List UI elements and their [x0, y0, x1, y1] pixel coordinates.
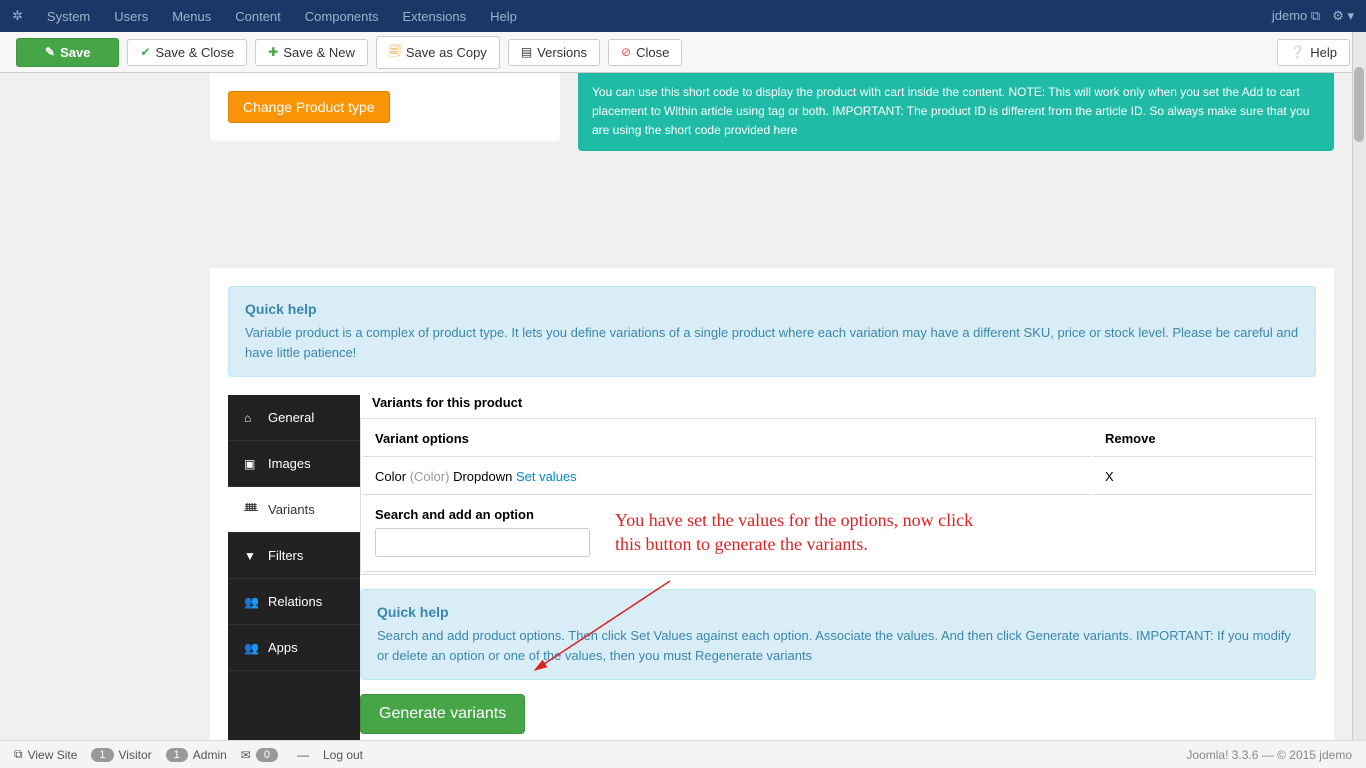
top-nav: ✲ System Users Menus Content Components …	[0, 0, 1366, 32]
tab-filters[interactable]: ▼Filters	[228, 533, 360, 579]
col-variant-options: Variant options	[363, 421, 1091, 457]
generate-variants-button[interactable]: Generate variants	[360, 694, 525, 734]
home-icon: ⌂	[244, 411, 258, 425]
visitor-count[interactable]: 1Visitor	[91, 748, 151, 762]
tab-apps[interactable]: 👥Apps	[228, 625, 360, 671]
quick-help-title: Quick help	[245, 301, 1299, 317]
nav-users[interactable]: Users	[102, 9, 160, 24]
mail-icon: ✉	[241, 748, 251, 762]
option-slug: (Color)	[410, 469, 450, 484]
help-button[interactable]: ❔Help	[1277, 39, 1350, 66]
options-table: Variant options Remove Color (Color) Dro…	[360, 418, 1316, 575]
statusbar: ⧉View Site 1Visitor 1Admin ✉0 — Log out …	[0, 740, 1366, 768]
col-remove: Remove	[1093, 421, 1313, 457]
logout-link[interactable]: Log out	[323, 748, 363, 762]
quick-help-bottom: Quick help Search and add product option…	[360, 589, 1316, 680]
main-area: Change Product type You can use this sho…	[0, 73, 1352, 740]
save-new-button[interactable]: ✚Save & New	[255, 39, 368, 66]
check-icon: ✎	[45, 45, 55, 59]
view-site-link[interactable]: ⧉View Site	[14, 747, 77, 762]
nav-user[interactable]: jdemo ⧉	[1272, 8, 1320, 24]
versions-button[interactable]: ▤Versions	[508, 39, 600, 66]
side-tabs: ⌂General ▣Images ᚙVariants ▼Filters 👥Rel…	[228, 395, 360, 740]
external-icon: ⧉	[14, 747, 23, 762]
nav-extensions[interactable]: Extensions	[391, 9, 479, 24]
remove-option-link[interactable]: X	[1105, 469, 1114, 484]
plus-icon: ✚	[268, 45, 278, 59]
nav-content[interactable]: Content	[223, 9, 293, 24]
tab-content: Variants for this product Variant option…	[360, 395, 1316, 740]
tab-images[interactable]: ▣Images	[228, 441, 360, 487]
toolbar: ✎Save ✔Save & Close ✚Save & New 🗐Save as…	[0, 32, 1366, 73]
nav-help[interactable]: Help	[478, 9, 529, 24]
search-option-row: Search and add an option	[363, 497, 1313, 572]
stack-icon: ▤	[521, 45, 532, 59]
external-icon: ⧉	[1311, 8, 1320, 23]
joomla-icon: ✲	[12, 8, 23, 24]
set-values-link[interactable]: Set values	[516, 469, 577, 484]
search-option-label: Search and add an option	[375, 507, 1301, 522]
tab-variants[interactable]: ᚙVariants	[228, 487, 360, 533]
footer-version: Joomla! 3.3.6 — © 2015 jdemo	[1186, 748, 1352, 762]
change-product-type-button[interactable]: Change Product type	[228, 91, 390, 123]
tab-container: ⌂General ▣Images ᚙVariants ▼Filters 👥Rel…	[228, 395, 1316, 740]
save-close-button[interactable]: ✔Save & Close	[127, 39, 247, 66]
shortcode-notice: You can use this short code to display t…	[578, 73, 1334, 151]
image-icon: ▣	[244, 457, 258, 471]
quick-help-title-2: Quick help	[377, 604, 1299, 620]
nav-components[interactable]: Components	[293, 9, 391, 24]
scrollbar-thumb[interactable]	[1354, 67, 1364, 142]
sitemap-icon: ᚙ	[244, 503, 258, 517]
product-type-card: Change Product type	[210, 73, 560, 141]
divider: —	[297, 748, 309, 762]
check-icon: ✔	[140, 45, 150, 59]
apps-icon: 👥	[244, 641, 258, 655]
admin-count[interactable]: 1Admin	[166, 748, 227, 762]
help-icon: ❔	[1290, 45, 1305, 59]
filter-icon: ▼	[244, 549, 258, 563]
search-option-input[interactable]	[375, 528, 590, 557]
save-button[interactable]: ✎Save	[16, 38, 119, 67]
close-icon: ⊘	[621, 45, 631, 59]
nav-menus[interactable]: Menus	[160, 9, 223, 24]
option-type: Dropdown	[453, 469, 512, 484]
close-button[interactable]: ⊘Close	[608, 39, 682, 66]
tab-general[interactable]: ⌂General	[228, 395, 360, 441]
option-name: Color	[375, 469, 406, 484]
variants-heading: Variants for this product	[360, 395, 1316, 410]
option-row: Color (Color) Dropdown Set values X	[363, 459, 1313, 495]
copy-icon: 🗐	[389, 42, 401, 63]
save-copy-button[interactable]: 🗐Save as Copy	[376, 36, 500, 69]
users-icon: 👥	[244, 595, 258, 609]
gear-icon: ⚙	[1332, 8, 1344, 23]
tab-relations[interactable]: 👥Relations	[228, 579, 360, 625]
nav-settings[interactable]: ⚙ ▾	[1332, 8, 1354, 24]
quick-help-top: Quick help Variable product is a complex…	[228, 286, 1316, 377]
messages[interactable]: ✉0	[241, 748, 283, 762]
quick-help-text: Variable product is a complex of product…	[245, 323, 1299, 362]
main-card: Quick help Variable product is a complex…	[210, 268, 1334, 740]
nav-system[interactable]: System	[35, 9, 102, 24]
scrollbar[interactable]	[1352, 32, 1366, 740]
quick-help-text-2: Search and add product options. Then cli…	[377, 626, 1299, 665]
